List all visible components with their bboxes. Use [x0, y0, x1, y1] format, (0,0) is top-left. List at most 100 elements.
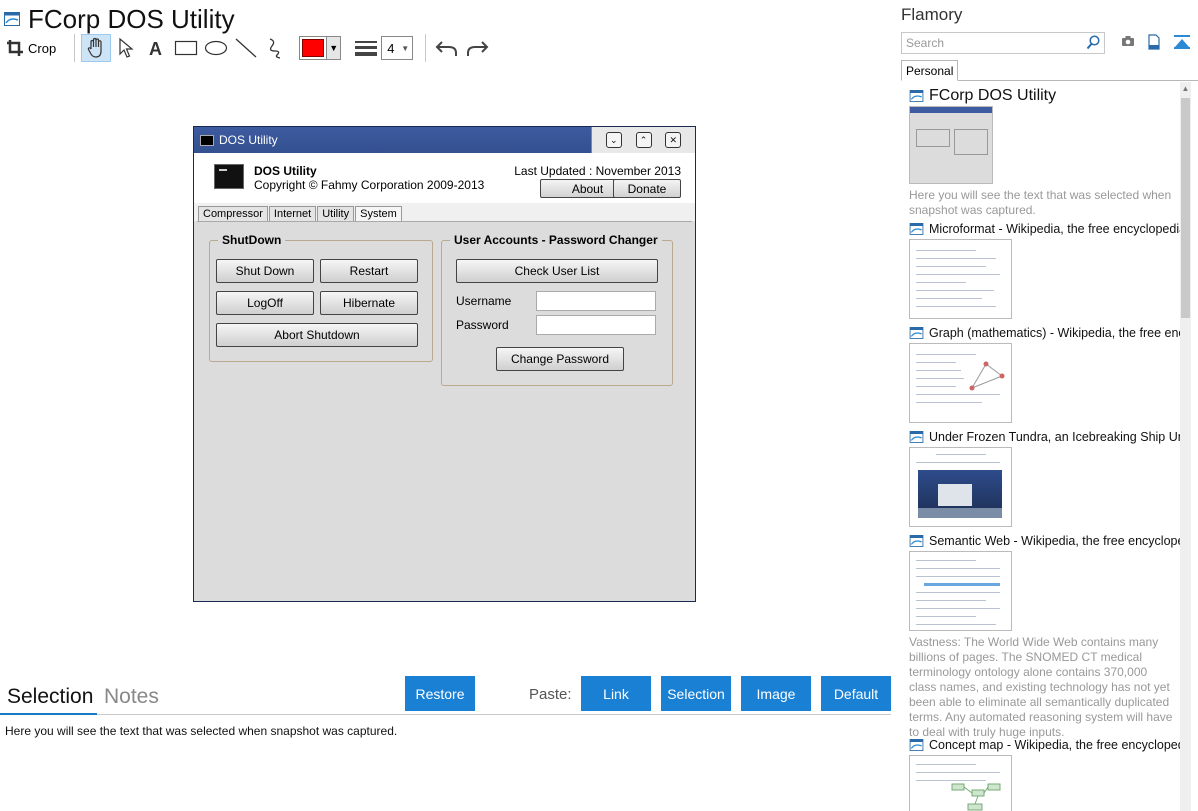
list-item[interactable]: FCorp DOS Utility Here you will see the …	[909, 88, 1180, 218]
ellipse-icon	[205, 40, 228, 56]
list-item[interactable]: Semantic Web - Wikipedia, the free encyc…	[909, 533, 1180, 740]
sidebar: Flamory Search Personal FCorp DOS Utilit…	[893, 0, 1198, 811]
snapshot-doc-icon	[909, 223, 924, 235]
sidebar-title: Flamory	[901, 5, 963, 24]
restore-label: Restore	[415, 685, 465, 702]
console-icon	[214, 164, 244, 189]
snapshot-image: DOS Utility ⌄ ⌃ ✕ DOS Utility Copyright …	[193, 126, 696, 602]
hand-tool-button[interactable]	[81, 34, 112, 62]
sidebar-scrollbar[interactable]: ▲	[1180, 82, 1191, 811]
pin-top-icon[interactable]	[1173, 34, 1191, 50]
crop-button[interactable]: Crop	[6, 39, 56, 57]
snapshot-username-field	[536, 291, 656, 311]
snapshot-last-updated: Last Updated : November 2013	[514, 164, 681, 178]
line-weight-icon	[355, 41, 378, 56]
snapshot-copyright: Copyright © Fahmy Corporation 2009-2013	[254, 178, 485, 192]
hand-icon	[87, 37, 102, 58]
list-item-header: Semantic Web - Wikipedia, the free encyc…	[909, 533, 1180, 549]
list-item[interactable]: Under Frozen Tundra, an Icebreaking Ship…	[909, 429, 1180, 527]
abort-label: Abort Shutdown	[274, 328, 360, 342]
rectangle-tool-button[interactable]	[171, 34, 201, 62]
camera-icon[interactable]	[1121, 34, 1135, 48]
restart-label: Restart	[349, 264, 389, 278]
snapshot-tab: Internet	[268, 206, 317, 221]
default-label: Default	[833, 685, 879, 702]
snapshot-doc-icon	[909, 327, 924, 339]
link-label: Link	[603, 685, 629, 702]
tab-divider	[97, 714, 891, 715]
list-item-header: FCorp DOS Utility	[909, 88, 1180, 104]
snapshot-hibernate-button: Hibernate	[320, 291, 418, 315]
freehand-tool-button[interactable]	[261, 34, 291, 62]
search-input[interactable]: Search	[901, 32, 1105, 54]
stroke-width-select[interactable]: 4 ▼	[381, 36, 414, 60]
ellipse-tool-button[interactable]	[201, 34, 231, 62]
title-row: FCorp DOS Utility	[4, 4, 235, 34]
toolbar-divider	[425, 34, 427, 62]
paste-selection-button[interactable]: Selection	[661, 676, 731, 711]
snapshot-header: DOS Utility Copyright © Fahmy Corporatio…	[194, 153, 695, 203]
snapshot-tabs: Compressor Internet Utility System	[194, 203, 695, 221]
main-area: FCorp DOS Utility Crop A ▼ 4 ▼ DOS Utili…	[0, 0, 893, 811]
text-icon: A	[149, 39, 162, 58]
text-tool-button[interactable]: A	[141, 34, 171, 62]
tab-personal[interactable]: Personal	[901, 60, 959, 81]
color-picker[interactable]: ▼	[299, 36, 342, 60]
list-item[interactable]: Concept map - Wikipedia, the free encycl…	[909, 737, 1180, 811]
list-item-title: Microformat - Wikipedia, the free encycl…	[929, 222, 1180, 236]
annotation-toolbar: Crop A ▼ 4 ▼	[6, 34, 492, 62]
snapshot-list: FCorp DOS Utility Here you will see the …	[893, 82, 1180, 811]
line-tool-button[interactable]	[231, 34, 261, 62]
stroke-width-picker[interactable]: 4 ▼	[355, 36, 414, 60]
snapshot-tab: System	[355, 206, 402, 221]
search-icon[interactable]	[1086, 35, 1100, 51]
accounts-group-title: User Accounts - Password Changer	[450, 233, 662, 247]
scrollbar-thumb[interactable]	[1181, 98, 1190, 318]
snapshot-check-users-button: Check User List	[456, 259, 658, 283]
snapshot-thumbnail	[909, 551, 1012, 631]
tab-notes[interactable]: Notes	[104, 685, 159, 709]
minimize-icon: ⌄	[605, 132, 622, 148]
sidebar-actions	[1121, 34, 1191, 50]
snapshot-thumbnail	[909, 447, 1012, 527]
restore-button[interactable]: Restore	[405, 676, 475, 711]
password-label: Password	[456, 318, 509, 332]
list-item[interactable]: Graph (mathematics) - Wikipedia, the fre…	[909, 325, 1180, 423]
tab-selection[interactable]: Selection	[7, 685, 93, 709]
undo-button[interactable]	[432, 34, 462, 62]
about-label: About	[571, 181, 604, 196]
sidebar-tabs: Personal	[901, 60, 1198, 81]
selected-text-area[interactable]: Here you will see the text that was sele…	[5, 724, 397, 738]
snapshot-body: ShutDown Shut Down Restart LogOff Hibern…	[197, 221, 692, 597]
list-item[interactable]: Microformat - Wikipedia, the free encycl…	[909, 221, 1180, 319]
paste-default-button[interactable]: Default	[821, 676, 891, 711]
redo-icon	[467, 41, 489, 56]
chevron-down-icon[interactable]: ▼	[326, 37, 341, 59]
snapshot-logoff-button: LogOff	[216, 291, 314, 315]
list-item-header: Graph (mathematics) - Wikipedia, the fre…	[909, 325, 1180, 341]
shutdown-group: ShutDown Shut Down Restart LogOff Hibern…	[209, 233, 433, 362]
accounts-group: User Accounts - Password Changer Check U…	[441, 233, 673, 386]
search-placeholder: Search	[906, 36, 945, 50]
snapshot-abort-button: Abort Shutdown	[216, 323, 418, 347]
page-title: FCorp DOS Utility	[28, 3, 235, 34]
paste-link-button[interactable]: Link	[581, 676, 651, 711]
hibernate-label: Hibernate	[342, 296, 396, 310]
image-label: Image	[756, 685, 796, 702]
app-root: FCorp DOS Utility Crop A ▼ 4 ▼ DOS Utili…	[0, 0, 1198, 811]
console-icon	[200, 134, 214, 146]
snapshot-doc-icon	[909, 90, 924, 102]
snapshot-thumbnail	[909, 755, 1012, 811]
snapshot-restart-button: Restart	[320, 259, 418, 283]
paste-image-button[interactable]: Image	[741, 676, 811, 711]
snapshot-thumbnail	[909, 239, 1012, 319]
shutdown-group-title: ShutDown	[218, 233, 286, 247]
freehand-icon	[269, 38, 281, 59]
redo-button[interactable]	[462, 34, 492, 62]
document-icon[interactable]	[1147, 34, 1161, 50]
snapshot-doc-icon	[909, 535, 924, 547]
select-tool-button[interactable]	[111, 34, 141, 62]
close-icon: ✕	[665, 132, 682, 148]
svg-text:A: A	[149, 39, 162, 58]
chevron-up-icon[interactable]: ▲	[1180, 84, 1191, 93]
